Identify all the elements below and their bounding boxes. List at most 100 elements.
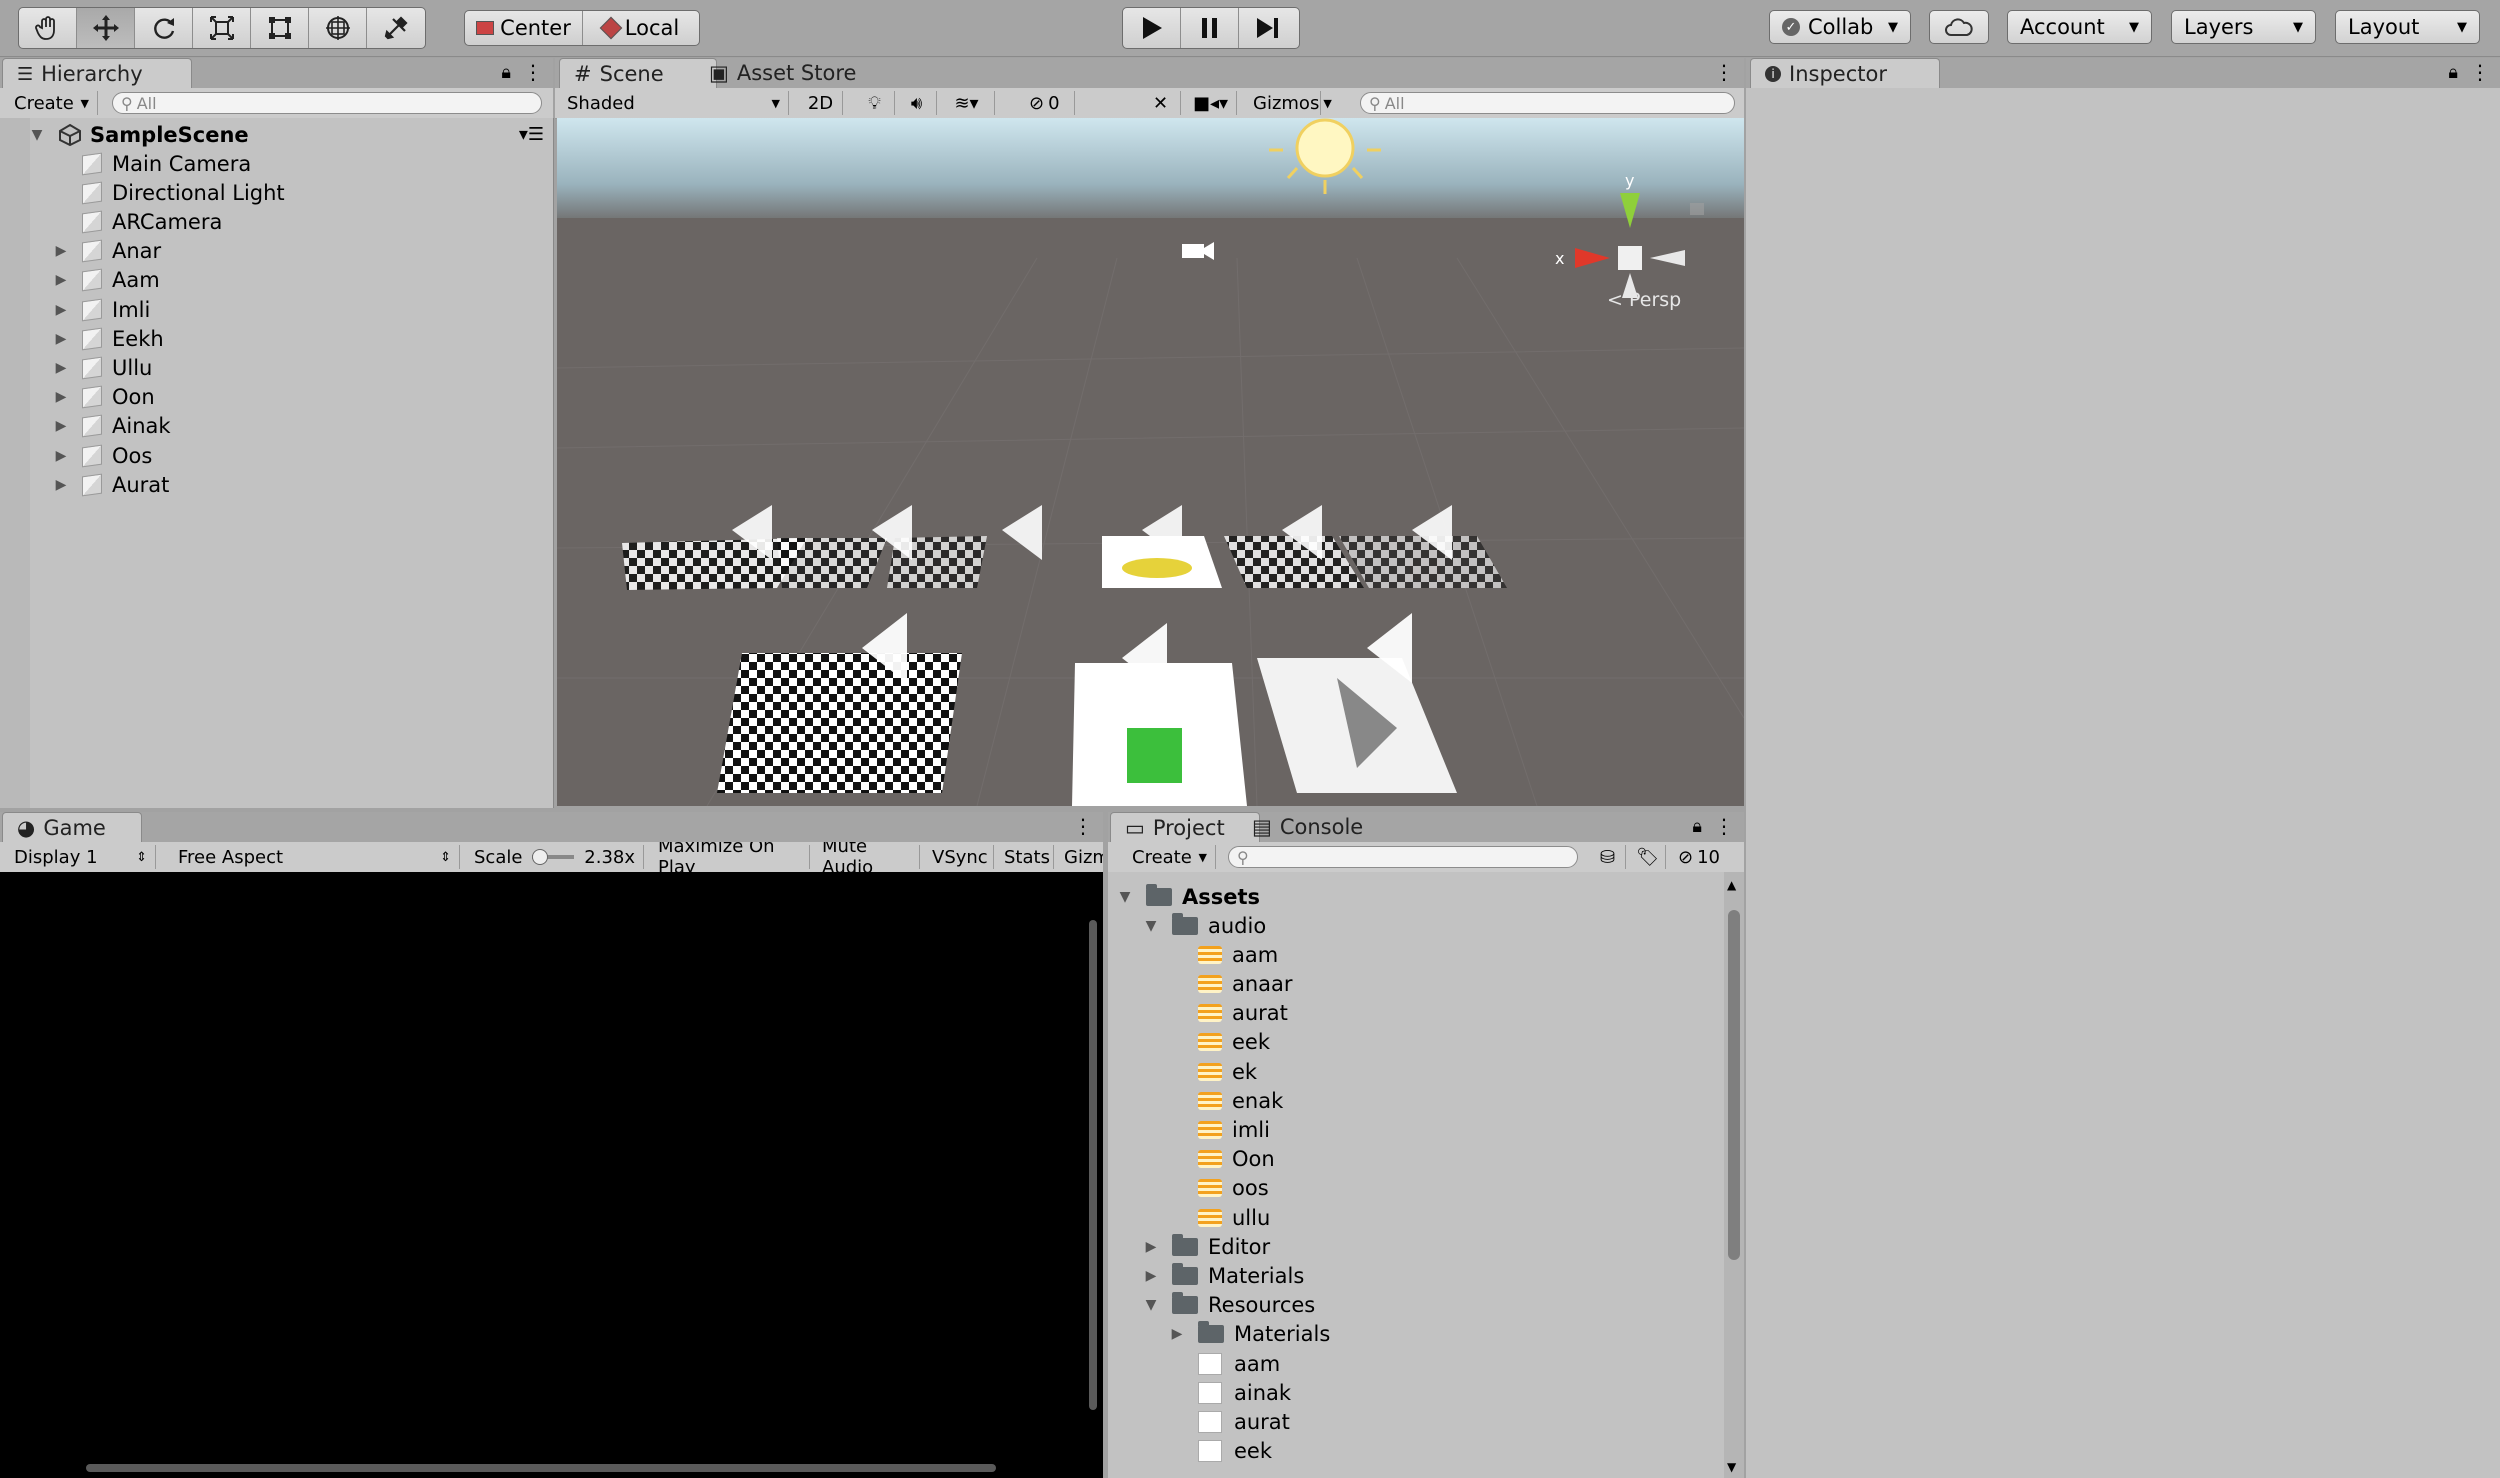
scale-track[interactable] <box>532 849 575 865</box>
tools-button[interactable]: ✕ <box>1141 91 1181 115</box>
gizmos-dropdown[interactable]: Gizmos ▼ <box>1245 91 1332 115</box>
hierarchy-item[interactable]: ▶ Ullu <box>56 353 153 382</box>
mute-audio-toggle[interactable]: Mute Audio <box>814 842 920 872</box>
play-button[interactable] <box>1123 8 1181 48</box>
hierarchy-item[interactable]: ARCamera <box>58 207 222 236</box>
move-tool-icon[interactable] <box>77 8 135 48</box>
cloud-button[interactable] <box>1929 10 1989 44</box>
pivot-local-button[interactable]: Local <box>583 11 699 45</box>
project-folder-row[interactable]: ▶ Materials <box>1168 1320 1330 1349</box>
game-view[interactable] <box>0 872 1103 1478</box>
filter-label-button[interactable]: 🏷︎ <box>1630 845 1666 869</box>
lock-icon[interactable]: 🔒︎ <box>1692 816 1702 837</box>
assets-root-row[interactable]: ▼ Assets <box>1116 882 1260 911</box>
hierarchy-item[interactable]: ▶ Aurat <box>56 470 170 499</box>
lighting-toggle[interactable]: 💡︎ <box>855 91 895 115</box>
project-folder-row[interactable]: ▶ Materials <box>1142 1261 1304 1290</box>
game-gizmos-toggle[interactable]: Gizm <box>1056 845 1103 869</box>
hierarchy-item[interactable]: ▶ Imli <box>56 295 151 324</box>
camera-dropdown[interactable]: ■◂▾ <box>1185 91 1237 115</box>
project-asset-row[interactable]: aam <box>1168 1349 1280 1378</box>
tab-console[interactable]: ▤ Console <box>1238 812 1396 842</box>
project-asset-row[interactable]: ainak <box>1168 1378 1291 1407</box>
expand-arrow-icon[interactable]: ▶ <box>52 302 70 318</box>
transform-tool-icon[interactable] <box>309 8 367 48</box>
project-asset-row[interactable]: anaar <box>1168 969 1293 998</box>
custom-tool-icon[interactable] <box>367 8 425 48</box>
scroll-up-icon[interactable]: ▲ <box>1727 878 1736 892</box>
hierarchy-item[interactable]: ▶ Aam <box>56 266 160 295</box>
account-dropdown[interactable]: Account ▼ <box>2007 10 2152 44</box>
expand-arrow-icon[interactable]: ▶ <box>52 389 70 405</box>
scroll-thumb[interactable] <box>1728 910 1740 1260</box>
hierarchy-create-dropdown[interactable]: Create ▼ <box>6 91 98 115</box>
scale-handle[interactable] <box>532 849 549 865</box>
project-asset-row[interactable]: aam <box>1168 940 1278 969</box>
expand-arrow-icon[interactable]: ▶ <box>52 360 70 376</box>
shading-mode-dropdown[interactable]: Shaded ▼ <box>559 91 789 115</box>
project-asset-row[interactable]: enak <box>1168 1086 1283 1115</box>
project-asset-row[interactable]: eek <box>1168 1028 1270 1057</box>
tab-scene[interactable]: # Scene <box>559 58 717 89</box>
audio-toggle[interactable]: 🔊︎ <box>897 91 937 115</box>
layers-dropdown[interactable]: Layers ▼ <box>2171 10 2316 44</box>
scene-viewport[interactable]: y x < Persp <box>557 118 1744 806</box>
project-asset-row[interactable]: ek <box>1168 1057 1257 1086</box>
stats-toggle[interactable]: Stats <box>996 845 1054 869</box>
project-asset-row[interactable]: aurat <box>1168 999 1288 1028</box>
expand-arrow-icon[interactable]: ▼ <box>1116 889 1134 905</box>
expand-arrow-icon[interactable]: ▶ <box>52 243 70 259</box>
hierarchy-item[interactable]: ▶ Eekh <box>56 324 164 353</box>
hierarchy-item[interactable]: ▶ Anar <box>56 237 162 266</box>
scroll-down-icon[interactable]: ▼ <box>1727 1460 1736 1474</box>
panel-menu-icon[interactable]: ⋮ <box>1714 60 1734 84</box>
lock-icon[interactable]: 🔒︎ <box>2448 62 2458 83</box>
layout-dropdown[interactable]: Layout ▼ <box>2335 10 2480 44</box>
panel-menu-icon[interactable]: ⋮ <box>523 60 543 84</box>
project-search-input[interactable]: ⚲ <box>1228 846 1578 868</box>
rect-tool-icon[interactable] <box>251 8 309 48</box>
effects-dropdown[interactable]: ≋▾ <box>939 91 995 115</box>
lock-icon[interactable]: 🔒︎ <box>501 62 511 83</box>
scene-menu-icon[interactable]: ▾☰ <box>519 124 544 145</box>
scale-slider[interactable]: Scale 2.38x <box>466 845 644 869</box>
project-create-dropdown[interactable]: Create ▼ <box>1124 845 1216 869</box>
expand-arrow-icon[interactable]: ▶ <box>52 477 70 493</box>
maximize-on-play-toggle[interactable]: Maximize On Play <box>650 842 810 872</box>
expand-arrow-icon[interactable]: ▼ <box>1142 1297 1160 1313</box>
scene-search-input[interactable]: ⚲ All <box>1360 92 1735 114</box>
tab-game[interactable]: ◕ Game <box>2 812 142 843</box>
hierarchy-item[interactable]: Directional Light <box>58 178 285 207</box>
pause-button[interactable] <box>1181 8 1239 48</box>
expand-arrow-icon[interactable]: ▶ <box>52 331 70 347</box>
panel-menu-icon[interactable]: ⋮ <box>1714 814 1734 838</box>
scale-tool-icon[interactable] <box>193 8 251 48</box>
game-vertical-scrollbar[interactable] <box>1089 920 1097 1410</box>
project-asset-row[interactable]: imli <box>1168 1115 1270 1144</box>
hierarchy-item[interactable]: ▶ Ainak <box>56 412 171 441</box>
hierarchy-item[interactable]: Main Camera <box>58 149 251 178</box>
hand-tool-icon[interactable] <box>19 8 77 48</box>
expand-arrow-icon[interactable]: ▶ <box>52 448 70 464</box>
expand-arrow-icon[interactable]: ▶ <box>1142 1239 1160 1255</box>
project-asset-row[interactable]: aurat <box>1168 1407 1290 1436</box>
project-asset-row[interactable]: ullu <box>1168 1203 1270 1232</box>
hierarchy-item[interactable]: ▶ Oos <box>56 441 153 470</box>
toggle-2d-button[interactable]: 2D <box>799 91 843 115</box>
project-vertical-scrollbar[interactable]: ▲ ▼ <box>1724 872 1744 1478</box>
expand-arrow-icon[interactable]: ▶ <box>52 418 70 434</box>
expand-arrow-icon[interactable]: ▼ <box>28 127 46 143</box>
scene-root-row[interactable]: ▼ SampleScene ▾☰ <box>30 120 550 149</box>
pivot-center-button[interactable]: Center <box>465 11 583 45</box>
hierarchy-item[interactable]: ▶ Oon <box>56 383 155 412</box>
project-folder-row[interactable]: ▼ audio <box>1142 911 1266 940</box>
tab-inspector[interactable]: i Inspector <box>1750 58 1940 89</box>
hidden-packages-toggle[interactable]: ⊘ 10 <box>1670 845 1736 869</box>
expand-arrow-icon[interactable]: ▼ <box>1142 918 1160 934</box>
step-button[interactable] <box>1239 8 1297 48</box>
filter-type-button[interactable]: ⛁ <box>1590 845 1626 869</box>
panel-menu-icon[interactable]: ⋮ <box>2470 60 2490 84</box>
project-folder-row[interactable]: ▼ Resources <box>1142 1291 1315 1320</box>
project-asset-row[interactable]: eek <box>1168 1437 1272 1466</box>
project-asset-row[interactable]: Oon <box>1168 1145 1275 1174</box>
